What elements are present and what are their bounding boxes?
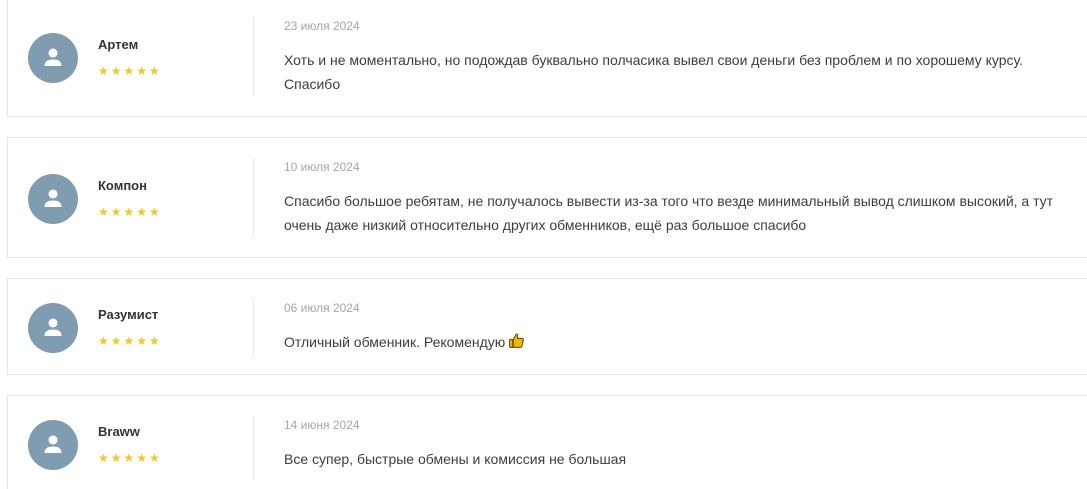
review-text: Отличный обменник. Рекомендую xyxy=(284,334,506,350)
review-card: Артем ★★★★★ 23 июля 2024 Хоть и не момен… xyxy=(7,0,1087,117)
user-avatar-icon xyxy=(28,303,78,353)
review-author: Артем xyxy=(98,37,139,52)
review-card: Braww ★★★★★ 14 июня 2024 Все супер, быст… xyxy=(7,395,1087,489)
review-text: Хоть и не моментально, но подождав буква… xyxy=(284,52,1023,92)
reviews-list: Артем ★★★★★ 23 июля 2024 Хоть и не момен… xyxy=(0,0,1087,489)
review-card: Разумист ★★★★★ 06 июля 2024 Отличный обм… xyxy=(7,278,1087,375)
rating-stars: ★★★★★ xyxy=(98,451,162,465)
divider xyxy=(253,416,254,480)
rating-stars: ★★★★★ xyxy=(98,334,162,348)
review-date: 23 июля 2024 xyxy=(284,19,360,33)
user-avatar-icon xyxy=(28,33,78,83)
review-text-row: Отличный обменник. Рекомендую xyxy=(284,330,1074,356)
divider xyxy=(253,158,254,237)
review-date: 14 июня 2024 xyxy=(284,418,360,432)
user-avatar-icon xyxy=(28,174,78,224)
review-card: Компон ★★★★★ 10 июля 2024 Спасибо большо… xyxy=(7,137,1087,258)
review-author: Разумист xyxy=(98,307,159,322)
divider xyxy=(253,17,254,96)
user-avatar-icon xyxy=(28,420,78,470)
review-author: Компон xyxy=(98,178,147,193)
rating-stars: ★★★★★ xyxy=(98,205,162,219)
divider xyxy=(253,299,254,357)
review-date: 06 июля 2024 xyxy=(284,301,360,315)
review-text: Все супер, быстрые обмены и комиссия не … xyxy=(284,451,627,467)
review-author: Braww xyxy=(98,424,140,439)
thumbs-up-icon xyxy=(508,332,525,356)
rating-stars: ★★★★★ xyxy=(98,64,162,78)
review-text: Спасибо большое ребятам, не получалось в… xyxy=(284,193,1054,233)
review-date: 10 июля 2024 xyxy=(284,160,360,174)
